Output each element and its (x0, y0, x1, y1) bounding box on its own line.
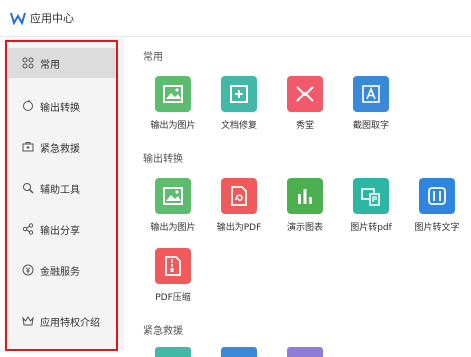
app-doc-repair[interactable]: 文档修复 (206, 76, 272, 146)
image-to-pdf-icon (353, 178, 389, 214)
rescue-app-icon-3[interactable] (287, 347, 323, 357)
image-export-icon (155, 178, 191, 214)
app-xiutang[interactable]: 秀堂 (272, 76, 338, 146)
app-label: 截图取字 (352, 121, 389, 131)
sidebar-item-share[interactable]: 输出分享 (8, 214, 118, 244)
crown-icon (18, 315, 38, 327)
sidebar-item-common[interactable]: 常用 (8, 48, 118, 78)
sidebar-item-finance[interactable]: 金融服务 (8, 255, 118, 285)
app-label: 图片转pdf (350, 223, 392, 233)
grid-icon (18, 57, 38, 69)
sidebar-item-label: 输出分享 (40, 225, 80, 237)
sidebar-item-convert[interactable]: 输出转换 (8, 91, 118, 121)
app-label: 输出为PDF (216, 223, 262, 233)
app-chart[interactable]: 演示图表 (272, 178, 338, 248)
rescue-app-icon-1[interactable] (155, 347, 191, 357)
section-title-convert: 输出转换 (143, 154, 183, 165)
bar-chart-icon (287, 178, 323, 214)
app-image-to-text[interactable]: 图片转文字 (404, 178, 470, 248)
finance-icon (18, 264, 38, 276)
screenshot-text-icon (353, 76, 389, 112)
app-screenshot-ocr[interactable]: 截图取字 (338, 76, 404, 146)
app-label: 秀堂 (295, 121, 314, 131)
first-aid-icon (18, 141, 38, 153)
app-label: 演示图表 (286, 223, 323, 233)
wps-logo-icon (10, 12, 26, 25)
app-label: 输出为图片 (150, 223, 196, 233)
app-label: PDF压缩 (155, 293, 191, 303)
sidebar-item-label: 金融服务 (40, 266, 80, 278)
title-bar: 应用中心 (0, 0, 471, 37)
section-title-common: 常用 (143, 52, 163, 63)
share-icon (18, 223, 38, 235)
pdf-export-icon (221, 178, 257, 214)
rescue-app-icon-2[interactable] (221, 347, 257, 357)
app-label: 图片转文字 (414, 223, 460, 233)
sidebar-item-label: 常用 (40, 59, 60, 71)
image-to-text-icon (419, 178, 455, 214)
xiutang-icon (287, 76, 323, 112)
doc-repair-icon (221, 76, 257, 112)
app-label: 输出为图片 (150, 121, 196, 131)
window-title: 应用中心 (30, 12, 74, 25)
pdf-compress-icon (155, 248, 191, 284)
app-export-pdf[interactable]: 输出为PDF (206, 178, 272, 248)
app-pdf-compress[interactable]: PDF压缩 (140, 248, 206, 318)
sidebar-item-tools[interactable]: 辅助工具 (8, 173, 118, 203)
image-export-icon (155, 76, 191, 112)
sidebar-item-label: 紧急救援 (40, 143, 80, 155)
sidebar-item-privilege[interactable]: 应用特权介绍 (8, 306, 118, 336)
app-export-image-2[interactable]: 输出为图片 (140, 178, 206, 248)
sidebar-item-label: 应用特权介绍 (40, 317, 100, 329)
section-title-rescue: 紧急救援 (143, 326, 183, 337)
convert-icon (18, 100, 38, 112)
app-image-to-pdf[interactable]: 图片转pdf (338, 178, 404, 248)
app-export-image[interactable]: 输出为图片 (140, 76, 206, 146)
sidebar-item-label: 辅助工具 (40, 184, 80, 196)
sidebar-item-label: 输出转换 (40, 102, 80, 114)
sidebar-item-rescue[interactable]: 紧急救援 (8, 132, 118, 162)
tools-icon (18, 182, 38, 194)
app-label: 文档修复 (220, 121, 257, 131)
